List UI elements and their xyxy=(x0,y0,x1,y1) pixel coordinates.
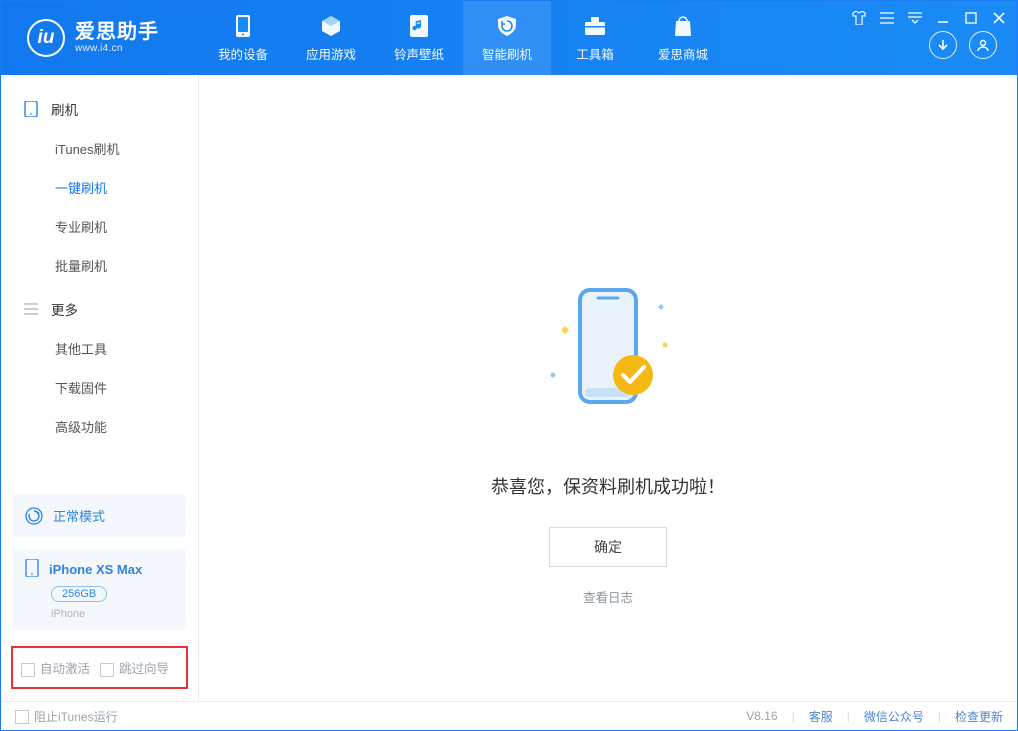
view-log-link[interactable]: 查看日志 xyxy=(583,587,633,606)
menu-icon xyxy=(23,301,39,317)
cube-icon xyxy=(319,14,343,38)
nav-label: 工具箱 xyxy=(576,44,614,63)
sidebar-section-more[interactable]: 更多 xyxy=(1,285,198,329)
mode-label: 正常模式 xyxy=(53,506,105,525)
sidebar-item-pro-flash[interactable]: 专业刷机 xyxy=(1,207,198,246)
sync-icon xyxy=(25,507,43,525)
minimize-button[interactable] xyxy=(933,9,953,27)
sidebar-item-download-firmware[interactable]: 下载固件 xyxy=(1,368,198,407)
device-type: iPhone xyxy=(51,608,174,620)
shield-refresh-icon xyxy=(495,14,519,38)
version-label: V8.16 xyxy=(746,709,777,723)
block-itunes-checkbox[interactable]: 阻止iTunes运行 xyxy=(15,708,118,725)
nav-label: 铃声壁纸 xyxy=(394,44,444,63)
shirt-icon[interactable] xyxy=(849,9,869,27)
sidebar-item-one-click-flash[interactable]: 一键刷机 xyxy=(1,168,198,207)
download-icon[interactable] xyxy=(929,31,957,59)
sidebar-section-flash[interactable]: 刷机 xyxy=(1,85,198,129)
device-mode-card[interactable]: 正常模式 xyxy=(13,494,186,537)
nav-apps-games[interactable]: 应用游戏 xyxy=(287,1,375,75)
section-title: 刷机 xyxy=(51,99,78,119)
content-area: 恭喜您，保资料刷机成功啦！ 确定 查看日志 xyxy=(199,75,1017,701)
section-title: 更多 xyxy=(51,299,78,319)
nav-label: 我的设备 xyxy=(218,44,268,63)
nav-smart-flash[interactable]: 智能刷机 xyxy=(463,1,551,75)
close-button[interactable] xyxy=(989,9,1009,27)
maximize-button[interactable] xyxy=(961,9,981,27)
list-icon[interactable] xyxy=(877,9,897,27)
app-logo-icon: iu xyxy=(27,19,65,57)
sidebar-item-other-tools[interactable]: 其他工具 xyxy=(1,329,198,368)
nav-tabs: 我的设备 应用游戏 铃声壁纸 智能刷机 工具箱 xyxy=(199,1,727,75)
music-file-icon xyxy=(407,14,431,38)
app-subtitle: www.i4.cn xyxy=(75,43,159,54)
flash-options-box: 自动激活 跳过向导 xyxy=(11,646,188,689)
user-icon[interactable] xyxy=(969,31,997,59)
ok-button[interactable]: 确定 xyxy=(549,527,667,567)
success-message: 恭喜您，保资料刷机成功啦！ xyxy=(491,473,725,499)
nav-ringtones-wallpapers[interactable]: 铃声壁纸 xyxy=(375,1,463,75)
app-title: 爱思助手 xyxy=(75,22,159,43)
device-card[interactable]: iPhone XS Max 256GB iPhone xyxy=(13,549,186,630)
nav-my-device[interactable]: 我的设备 xyxy=(199,1,287,75)
top-bar: iu 爱思助手 www.i4.cn 我的设备 应用游戏 铃声壁纸 xyxy=(1,1,1017,75)
nav-label: 智能刷机 xyxy=(482,44,532,63)
sidebar-item-advanced[interactable]: 高级功能 xyxy=(1,407,198,446)
device-icon xyxy=(23,101,39,117)
sidebar-item-batch-flash[interactable]: 批量刷机 xyxy=(1,246,198,285)
toolbox-icon xyxy=(583,14,607,38)
sidebar-item-itunes-flash[interactable]: iTunes刷机 xyxy=(1,129,198,168)
topbar-right xyxy=(849,1,1017,75)
logo-area: iu 爱思助手 www.i4.cn xyxy=(1,19,199,57)
nav-label: 爱思商城 xyxy=(658,44,708,63)
check-update-link[interactable]: 检查更新 xyxy=(955,708,1003,725)
device-name: iPhone XS Max xyxy=(49,562,142,577)
phone-icon xyxy=(231,14,255,38)
nav-shop[interactable]: 爱思商城 xyxy=(639,1,727,75)
sidebar: 刷机 iTunes刷机 一键刷机 专业刷机 批量刷机 更多 其他工具 下载固件 … xyxy=(1,75,199,701)
dropdown-icon[interactable] xyxy=(905,9,925,27)
support-link[interactable]: 客服 xyxy=(809,708,833,725)
auto-activate-checkbox[interactable]: 自动激活 xyxy=(21,658,90,677)
skip-guide-checkbox[interactable]: 跳过向导 xyxy=(100,658,169,677)
wechat-link[interactable]: 微信公众号 xyxy=(864,708,924,725)
nav-label: 应用游戏 xyxy=(306,44,356,63)
status-bar: 阻止iTunes运行 V8.16 | 客服 | 微信公众号 | 检查更新 xyxy=(1,701,1017,730)
success-illustration xyxy=(523,275,693,445)
device-storage: 256GB xyxy=(51,586,107,602)
phone-small-icon xyxy=(25,559,39,580)
nav-toolbox[interactable]: 工具箱 xyxy=(551,1,639,75)
shopping-bag-icon xyxy=(671,14,695,38)
